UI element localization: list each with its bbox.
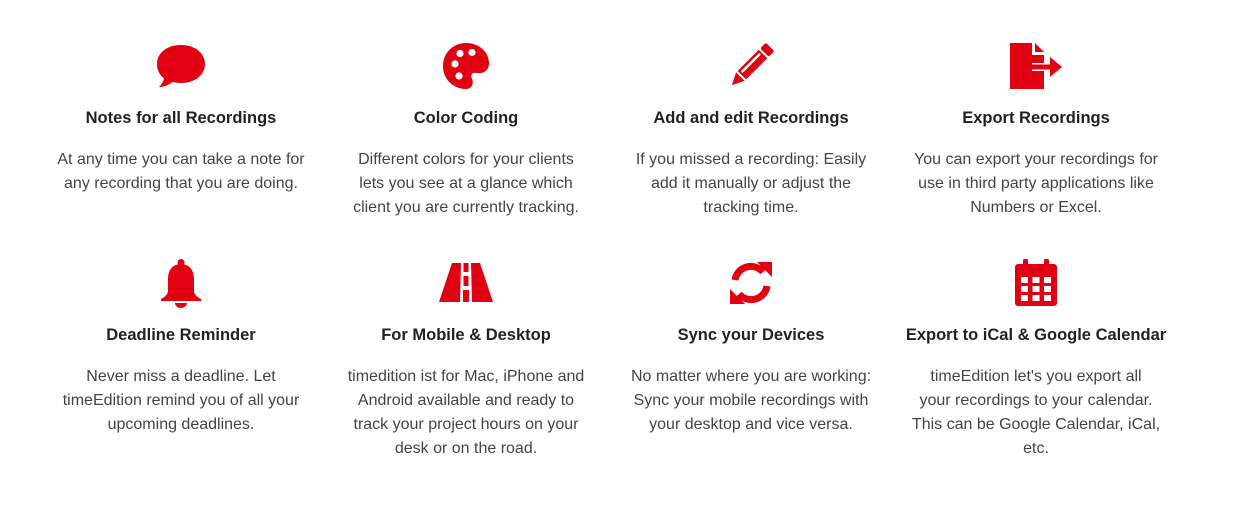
feature-description: No matter where you are working: Sync yo…	[630, 368, 872, 433]
feature-add-edit: Add and edit Recordings If you missed a …	[616, 40, 886, 220]
road-icon	[331, 257, 601, 309]
feature-description: timeEdition let's you export all your re…	[911, 368, 1161, 457]
feature-description: If you missed a recording: Easily add it…	[635, 151, 867, 216]
feature-title: For Mobile & Desktop	[381, 326, 551, 344]
feature-title: Deadline Reminder	[106, 326, 256, 344]
feature-description: timedition ist for Mac, iPhone and Andro…	[347, 368, 585, 457]
bell-icon	[46, 257, 316, 309]
feature-description: Never miss a deadline. Let timeEdition r…	[62, 368, 300, 433]
feature-notes: Notes for all Recordings At any time you…	[46, 40, 316, 196]
feature-color-coding: Color Coding Different colors for your c…	[331, 40, 601, 220]
feature-title: Export to iCal & Google Calendar	[905, 326, 1167, 344]
feature-deadline-reminder: Deadline Reminder Never miss a deadline.…	[46, 257, 316, 437]
feature-title: Export Recordings	[962, 109, 1110, 127]
palette-icon	[331, 40, 601, 92]
features-grid: Notes for all Recordings At any time you…	[0, 0, 1235, 519]
feature-export: Export Recordings You can export your re…	[901, 40, 1171, 220]
feature-calendar-export: Export to iCal & Google Calendar timeEdi…	[901, 257, 1171, 461]
pencil-icon	[616, 40, 886, 92]
feature-description: At any time you can take a note for any …	[57, 151, 305, 192]
speech-bubble-icon	[46, 40, 316, 92]
sync-icon	[616, 257, 886, 309]
feature-mobile-desktop: For Mobile & Desktop timedition ist for …	[331, 257, 601, 461]
feature-title: Sync your Devices	[677, 326, 825, 344]
feature-title: Color Coding	[413, 109, 519, 127]
feature-sync: Sync your Devices No matter where you ar…	[616, 257, 886, 437]
feature-description: Different colors for your clients lets y…	[353, 151, 579, 216]
feature-description: You can export your recordings for use i…	[914, 151, 1158, 216]
file-export-icon	[901, 40, 1171, 92]
feature-title: Add and edit Recordings	[653, 109, 849, 127]
feature-title: Notes for all Recordings	[85, 109, 277, 127]
calendar-icon	[901, 257, 1171, 309]
